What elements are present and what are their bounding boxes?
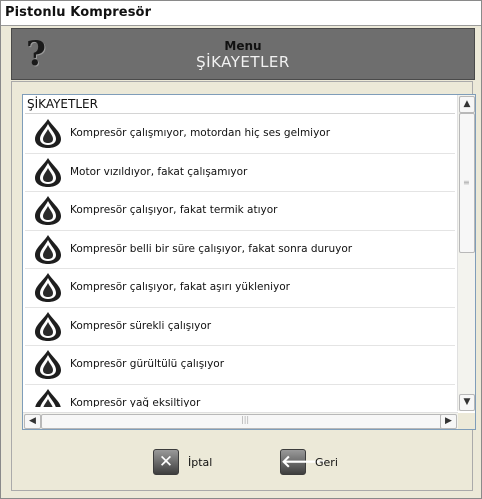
hthumb-grip-icon: ||| [241,415,250,424]
list-item-label: Kompresör yağ eksiltiyor [70,396,201,408]
list-header-divider [25,113,455,114]
list-rows: Kompresör çalışmıyor, motordan hiç ses g… [25,115,455,407]
list-item[interactable]: Kompresör gürültülü çalışıyor [25,346,455,385]
header-subtitle: ŞİKAYETLER [196,53,290,71]
list-item-label: Motor vızıldıyor, fakat çalışamıyor [70,165,248,178]
list-item[interactable]: Kompresör belli bir süre çalışıyor, faka… [25,231,455,269]
x-icon: ✕ [153,449,179,475]
cancel-button[interactable]: ✕ İptal [153,449,233,475]
drop-icon [33,349,63,380]
complaints-list[interactable]: ŞİKAYETLER Kompresör çalışmıyor, motorda… [22,94,476,430]
window-title: Pistonlu Kompresör [5,5,152,20]
drop-icon [33,195,63,226]
back-label: Geri [315,456,338,469]
arrow-left-icon: 🡐 [280,449,327,475]
scroll-left-button[interactable]: ◀ [24,414,41,429]
title-bar: Pistonlu Kompresör [1,1,481,26]
back-button[interactable]: 🡐 Geri [280,449,360,475]
horizontal-scrollbar[interactable]: ◀ ||| ▶ [23,412,458,429]
list-item-label: Kompresör belli bir süre çalışıyor, faka… [70,242,353,255]
scroll-right-button[interactable]: ▶ [440,414,457,429]
list-item-label: Kompresör gürültülü çalışıyor [70,358,225,370]
list-item[interactable]: Kompresör çalışıyor, fakat termik atıyor [25,192,455,231]
list-item[interactable]: Kompresör çalışmıyor, motordan hiç ses g… [25,115,455,154]
list-item[interactable]: Kompresör çalışıyor, fakat aşırı yükleni… [25,269,455,308]
thumb-grip-icon: ≡ [463,178,470,187]
menu-header: ? Menu ŞİKAYETLER [11,28,475,80]
list-item[interactable]: Motor vızıldıyor, fakat çalışamıyor [25,154,455,192]
drop-icon [33,118,63,149]
list-item-label: Kompresör sürekli çalışıyor [70,319,212,332]
drop-icon [33,234,63,265]
list-column-header: ŞİKAYETLER [27,97,98,111]
list-item-label: Kompresör çalışmıyor, motordan hiç ses g… [70,127,331,139]
scroll-up-button[interactable]: ▲ [459,96,475,113]
header-title: Menu [224,39,262,53]
cancel-label: İptal [188,456,213,469]
list-item[interactable]: Kompresör sürekli çalışıyor [25,308,455,346]
drop-icon [33,157,63,188]
scroll-down-button[interactable]: ▼ [459,394,475,411]
drop-icon [33,388,63,407]
list-item-label: Kompresör çalışıyor, fakat termik atıyor [70,204,278,216]
vertical-scrollbar[interactable]: ▲ ≡ ▼ [457,95,475,411]
scroll-corner [458,413,475,429]
drop-icon [33,311,63,342]
list-item-label: Kompresör çalışıyor, fakat aşırı yükleni… [70,281,290,293]
drop-icon [33,272,63,303]
list-item[interactable]: Kompresör yağ eksiltiyor [25,385,455,408]
